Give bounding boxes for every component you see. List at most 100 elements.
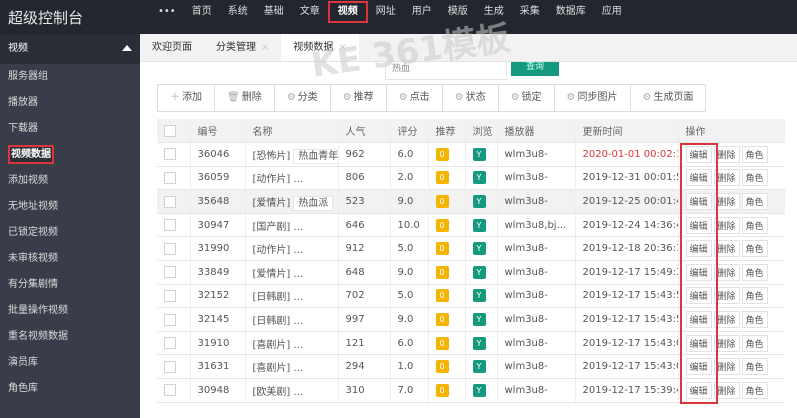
delete-button[interactable]: 删除 [713,193,740,211]
sidebar-section-video[interactable]: 视频 [0,34,140,64]
edit-button[interactable]: 编辑 [685,287,712,305]
row-checkbox[interactable] [164,289,176,302]
view-badge[interactable]: Y [472,336,486,350]
row-checkbox[interactable] [164,384,176,397]
同步图片-button[interactable]: ⚙ 同步图片 [555,85,631,111]
nav-item-12[interactable]: 应用 [594,1,630,23]
sidebar-item[interactable]: 服务器组 [0,64,140,90]
edit-button[interactable]: 编辑 [685,216,712,234]
row-checkbox[interactable] [164,337,176,350]
select-all-checkbox[interactable] [164,124,176,137]
view-badge[interactable]: Y [472,289,486,303]
sidebar-item[interactable]: 批量操作视频 [0,298,140,324]
delete-button[interactable]: 删除 [713,287,740,305]
role-button[interactable]: 角色 [741,216,768,234]
nav-item-11[interactable]: 数据库 [548,1,594,23]
delete-button[interactable]: 删除 [713,334,740,352]
role-button[interactable]: 角色 [741,287,768,305]
sidebar-item[interactable]: 下载器 [0,116,140,142]
sidebar-item[interactable]: 重名视频数据 [0,324,140,350]
edit-button[interactable]: 编辑 [685,169,712,187]
recommend-badge[interactable]: 0 [435,289,449,303]
delete-button[interactable]: 删除 [713,216,740,234]
close-icon[interactable]: × [261,42,269,53]
sidebar-item[interactable]: 添加视频 [0,168,140,194]
nav-item-0[interactable]: ••• [150,1,184,23]
nav-item-4[interactable]: 文章 [292,1,328,23]
nav-item-8[interactable]: 模版 [440,1,476,23]
row-checkbox[interactable] [164,219,176,232]
删除-button[interactable]: 🗑 删除 [215,85,275,111]
row-checkbox[interactable] [164,195,176,208]
role-button[interactable]: 角色 [741,145,768,163]
delete-button[interactable]: 删除 [713,263,740,281]
role-button[interactable]: 角色 [741,334,768,352]
row-checkbox[interactable] [164,266,176,279]
nav-item-9[interactable]: 生成 [476,1,512,23]
edit-button[interactable]: 编辑 [685,358,712,376]
tab-0[interactable]: 欢迎页面 [140,34,204,61]
delete-button[interactable]: 删除 [713,311,740,329]
role-button[interactable]: 角色 [741,358,768,376]
sidebar-item[interactable]: 已锁定视频 [0,220,140,246]
delete-button[interactable]: 删除 [713,358,740,376]
delete-button[interactable]: 删除 [713,145,740,163]
生成页面-button[interactable]: ⚙ 生成页面 [631,85,706,111]
view-badge[interactable]: Y [472,360,486,374]
nav-item-3[interactable]: 基础 [256,1,292,23]
sidebar-item[interactable]: 有分集剧情 [0,272,140,298]
sidebar-item[interactable]: 演员库 [0,350,140,376]
row-checkbox[interactable] [164,360,176,373]
role-button[interactable]: 角色 [741,169,768,187]
tab-1[interactable]: 分类管理 × [204,34,281,61]
推荐-button[interactable]: ⚙ 推荐 [331,85,387,111]
row-checkbox[interactable] [164,313,176,326]
edit-button[interactable]: 编辑 [685,381,712,399]
view-badge[interactable]: Y [472,242,486,256]
recommend-badge[interactable]: 0 [435,218,449,232]
edit-button[interactable]: 编辑 [685,240,712,258]
edit-button[interactable]: 编辑 [685,263,712,281]
row-checkbox[interactable] [164,242,176,255]
nav-item-2[interactable]: 系统 [220,1,256,23]
role-button[interactable]: 角色 [741,311,768,329]
view-badge[interactable]: Y [472,313,486,327]
sidebar-item[interactable]: 角色库 [0,376,140,402]
nav-item-6[interactable]: 网址 [368,1,404,23]
sidebar-item[interactable]: 未审核视频 [0,246,140,272]
view-badge[interactable]: Y [472,265,486,279]
nav-item-7[interactable]: 用户 [404,1,440,23]
row-checkbox[interactable] [164,171,176,184]
tab-2[interactable]: 视频数据 × [281,34,359,61]
nav-item-1[interactable]: 首页 [184,1,220,23]
delete-button[interactable]: 删除 [713,240,740,258]
点击-button[interactable]: ⚙ 点击 [387,85,443,111]
edit-button[interactable]: 编辑 [685,145,712,163]
sidebar-item[interactable]: 播放器 [0,90,140,116]
recommend-badge[interactable]: 0 [435,336,449,350]
role-button[interactable]: 角色 [741,240,768,258]
添加-button[interactable]: ＋添加 [158,85,215,111]
edit-button[interactable]: 编辑 [685,193,712,211]
recommend-badge[interactable]: 0 [435,360,449,374]
recommend-badge[interactable]: 0 [435,147,449,161]
sidebar-item[interactable]: 无地址视频 [0,194,140,220]
query-button[interactable]: 查询 [511,62,559,76]
recommend-badge[interactable]: 0 [435,195,449,209]
role-button[interactable]: 角色 [741,193,768,211]
recommend-badge[interactable]: 0 [435,383,449,397]
分类-button[interactable]: ⚙ 分类 [275,85,331,111]
edit-button[interactable]: 编辑 [685,334,712,352]
recommend-badge[interactable]: 0 [435,242,449,256]
role-button[interactable]: 角色 [741,263,768,281]
search-input[interactable]: 热血 [385,62,507,80]
view-badge[interactable]: Y [472,195,486,209]
状态-button[interactable]: ⚙ 状态 [443,85,499,111]
view-badge[interactable]: Y [472,383,486,397]
view-badge[interactable]: Y [472,147,486,161]
recommend-badge[interactable]: 0 [435,171,449,185]
nav-item-5[interactable]: 视频 [327,1,368,23]
row-checkbox[interactable] [164,148,176,161]
nav-item-10[interactable]: 采集 [512,1,548,23]
sidebar-item[interactable]: 视频数据 [0,142,140,168]
